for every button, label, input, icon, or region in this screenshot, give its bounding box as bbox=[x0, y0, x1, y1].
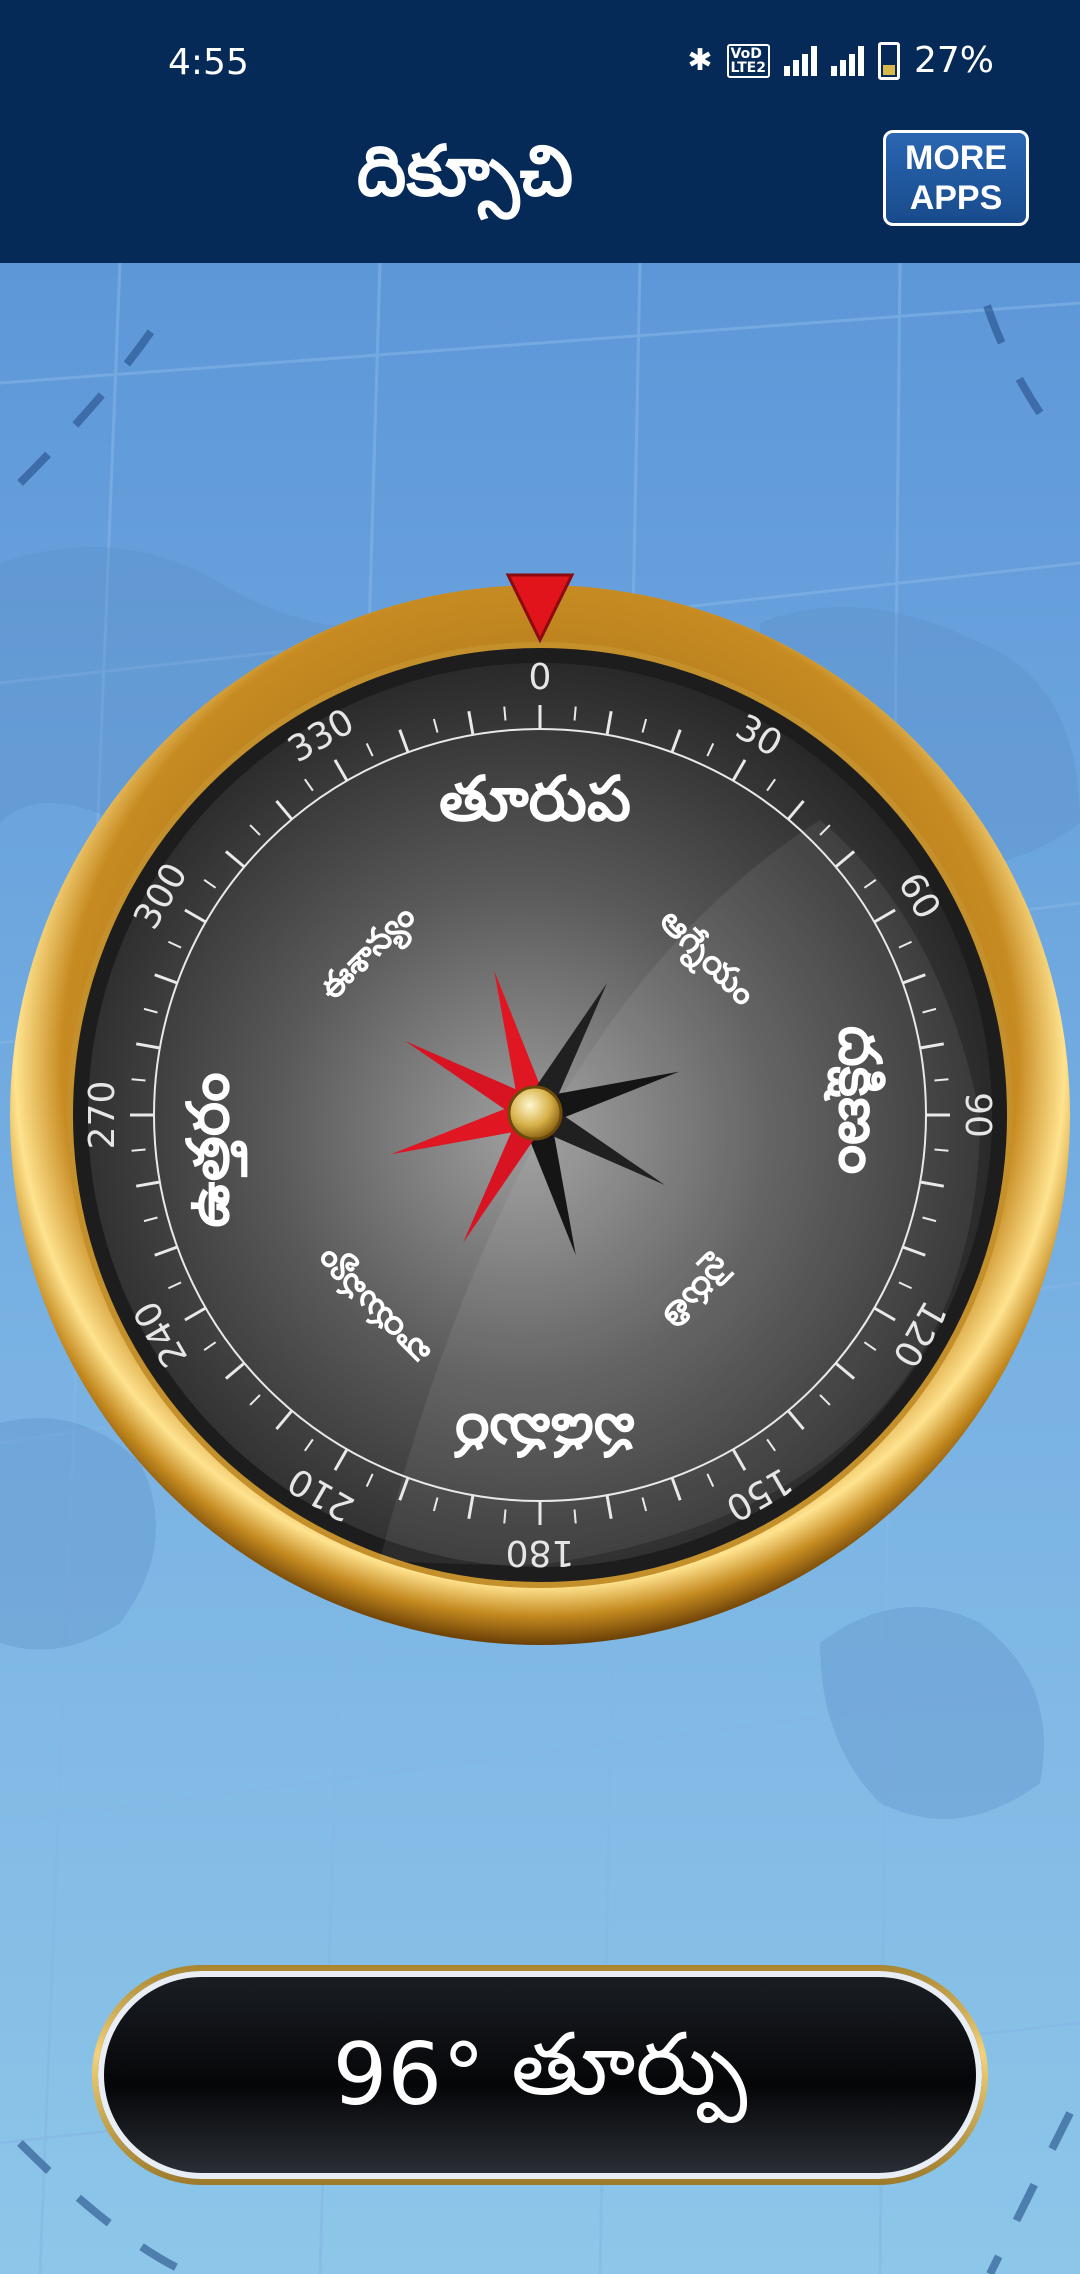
direction-right-label: దక్షిణం bbox=[823, 1026, 894, 1175]
dial-degree-label: 90 bbox=[957, 1092, 998, 1138]
dial-tick bbox=[573, 1509, 577, 1524]
dial-degree-label: 180 bbox=[506, 1532, 575, 1573]
dial-tick bbox=[131, 1148, 146, 1152]
dial-degree-label: 0 bbox=[529, 657, 552, 698]
dial-tick bbox=[934, 1078, 949, 1082]
heading-display-inner: 96° తూర్పు bbox=[98, 1971, 982, 2179]
needle-hub bbox=[507, 1085, 563, 1141]
direction-top-label: తూరుప bbox=[439, 762, 631, 835]
dial-degree-label: 270 bbox=[82, 1081, 123, 1150]
dial-tick bbox=[503, 1509, 507, 1524]
heading-degrees: 96° bbox=[332, 2025, 486, 2125]
heading-display: 96° తూర్పు bbox=[92, 1965, 988, 2185]
compass: 0306090120150180210240270300330 తూరుప దక… bbox=[10, 573, 1070, 1645]
heading-direction: తూర్పు bbox=[511, 2014, 748, 2115]
direction-left-label: ఉత్తరం bbox=[174, 1072, 248, 1227]
dial-tick bbox=[934, 1148, 949, 1152]
direction-bottom-label: పడమర bbox=[453, 1401, 635, 1469]
dial-tick bbox=[573, 706, 577, 721]
dial-tick bbox=[131, 1078, 146, 1082]
dial-tick bbox=[503, 706, 507, 721]
